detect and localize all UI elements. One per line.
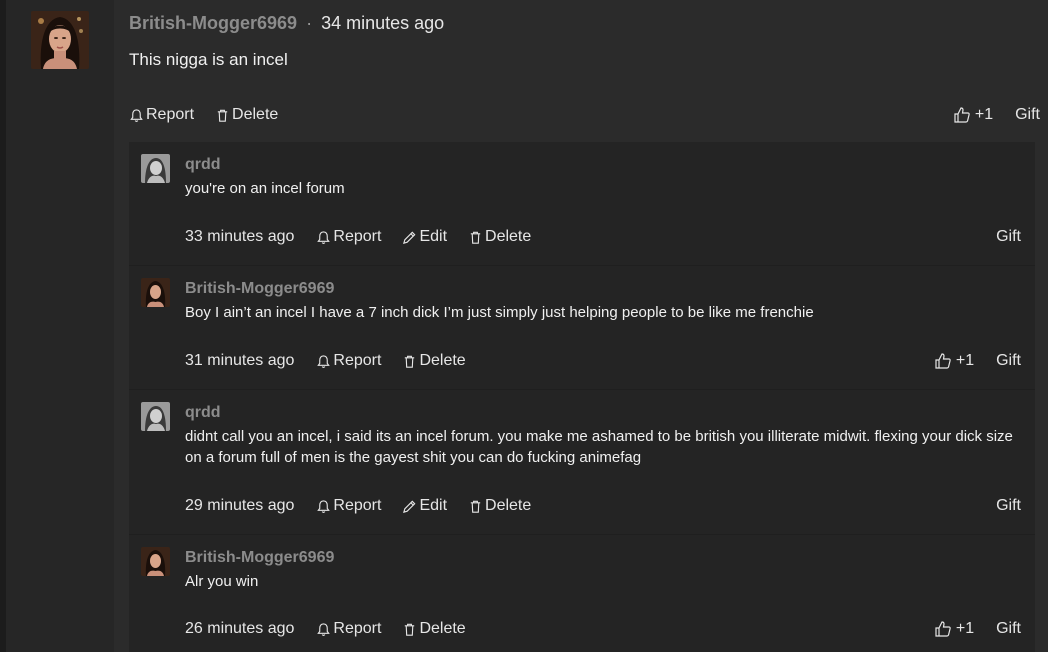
reply-item: qrdd you're on an incel forum 33 minutes…: [129, 142, 1035, 266]
reply-timestamp: 29 minutes ago: [185, 497, 295, 514]
reply-text: didnt call you an incel, i said its an i…: [185, 428, 1013, 466]
delete-label: Delete: [419, 620, 466, 637]
report-label: Report: [333, 352, 382, 369]
delete-label: Delete: [485, 228, 532, 245]
gift-button[interactable]: Gift: [996, 497, 1021, 515]
replies-list: qrdd you're on an incel forum 33 minutes…: [129, 142, 1035, 652]
bell-icon: [130, 108, 143, 122]
trash-icon: [470, 231, 481, 244]
post-timestamp: 34 minutes ago: [321, 13, 445, 33]
reply-author[interactable]: qrdd: [185, 156, 221, 174]
reply-timestamp: 31 minutes ago: [185, 352, 295, 369]
delete-label: Delete: [419, 352, 466, 369]
delete-button[interactable]: Delete: [402, 352, 466, 370]
post-body: British-Mogger6969 · 34 minutes ago This…: [114, 0, 1048, 652]
trash-icon: [217, 109, 228, 122]
pencil-icon: [403, 231, 416, 244]
avatar[interactable]: [31, 11, 89, 69]
reply-text: you're on an incel forum: [185, 180, 345, 197]
reply-right-actions: Gift: [996, 228, 1021, 246]
delete-label: Delete: [485, 497, 532, 514]
post-author[interactable]: British-Mogger6969: [129, 13, 297, 33]
report-button[interactable]: Report: [316, 497, 381, 515]
comment-post: British-Mogger6969 · 34 minutes ago This…: [6, 0, 1048, 652]
post-actions: Report Delete: [129, 106, 299, 124]
like-button[interactable]: +1: [953, 106, 993, 124]
avatar[interactable]: [141, 154, 170, 183]
reply-timestamp: 26 minutes ago: [185, 620, 295, 637]
report-button[interactable]: Report: [316, 352, 381, 370]
like-count: +1: [974, 106, 994, 123]
reply-author[interactable]: qrdd: [185, 404, 221, 422]
reply-actions: 31 minutes ago Report Delete: [185, 352, 487, 370]
reply-actions: 33 minutes ago Report Edit Delete: [185, 228, 552, 246]
thumbs-up-icon: [935, 353, 951, 369]
trash-icon: [405, 623, 415, 636]
bell-icon: [317, 354, 331, 368]
reply-actions: 29 minutes ago Report Edit Delete: [185, 497, 552, 515]
bell-icon: [317, 230, 331, 244]
report-button[interactable]: Report: [316, 620, 381, 638]
avatar[interactable]: [141, 278, 170, 307]
bell-icon: [317, 622, 331, 636]
report-label: Report: [146, 106, 195, 123]
like-count: +1: [955, 352, 975, 369]
report-button[interactable]: Report: [316, 228, 381, 246]
reply-author[interactable]: British-Mogger6969: [185, 280, 334, 298]
reply-text: Boy I ain’t an incel I have a 7 inch dic…: [185, 304, 814, 321]
edit-button[interactable]: Edit: [402, 497, 447, 515]
reply-item: British-Mogger6969 Boy I ain’t an incel …: [129, 266, 1035, 390]
reply-actions: 26 minutes ago Report Delete: [185, 620, 487, 638]
edit-label: Edit: [419, 497, 448, 514]
post-header: British-Mogger6969 · 34 minutes ago: [129, 13, 444, 34]
delete-label: Delete: [232, 106, 279, 123]
post-text: This nigga is an incel: [129, 50, 288, 69]
reply-author[interactable]: British-Mogger6969: [185, 549, 334, 567]
report-button[interactable]: Report: [129, 106, 194, 124]
gift-button[interactable]: Gift: [996, 620, 1021, 638]
reply-right-actions: +1 Gift: [934, 352, 1021, 370]
trash-icon: [470, 500, 481, 513]
edit-label: Edit: [419, 228, 448, 245]
report-label: Report: [333, 497, 382, 514]
separator: ·: [306, 13, 313, 33]
avatar[interactable]: [141, 547, 170, 576]
delete-button[interactable]: Delete: [468, 228, 531, 246]
reply-right-actions: Gift: [996, 497, 1021, 515]
reply-item: qrdd didnt call you an incel, i said its…: [129, 390, 1035, 535]
trash-icon: [405, 355, 415, 368]
like-count: +1: [955, 620, 975, 637]
report-label: Report: [333, 228, 382, 245]
post-right-actions: +1 Gift: [953, 106, 1040, 124]
thumbs-up-icon: [954, 107, 970, 123]
bell-icon: [317, 499, 331, 513]
reply-item: British-Mogger6969 Alr you win 26 minute…: [129, 535, 1035, 652]
reply-timestamp: 33 minutes ago: [185, 228, 295, 245]
delete-button[interactable]: Delete: [402, 620, 466, 638]
reply-right-actions: +1 Gift: [934, 620, 1021, 638]
edit-button[interactable]: Edit: [402, 228, 447, 246]
pencil-icon: [403, 500, 416, 513]
like-button[interactable]: +1: [934, 620, 974, 638]
gift-button[interactable]: Gift: [1015, 106, 1040, 124]
thumbs-up-icon: [935, 621, 951, 637]
like-button[interactable]: +1: [934, 352, 974, 370]
gift-button[interactable]: Gift: [996, 352, 1021, 370]
report-label: Report: [333, 620, 382, 637]
gift-button[interactable]: Gift: [996, 228, 1021, 246]
avatar-column: [6, 0, 114, 652]
reply-text: Alr you win: [185, 573, 259, 590]
delete-button[interactable]: Delete: [215, 106, 278, 124]
delete-button[interactable]: Delete: [468, 497, 531, 515]
avatar[interactable]: [141, 402, 170, 431]
